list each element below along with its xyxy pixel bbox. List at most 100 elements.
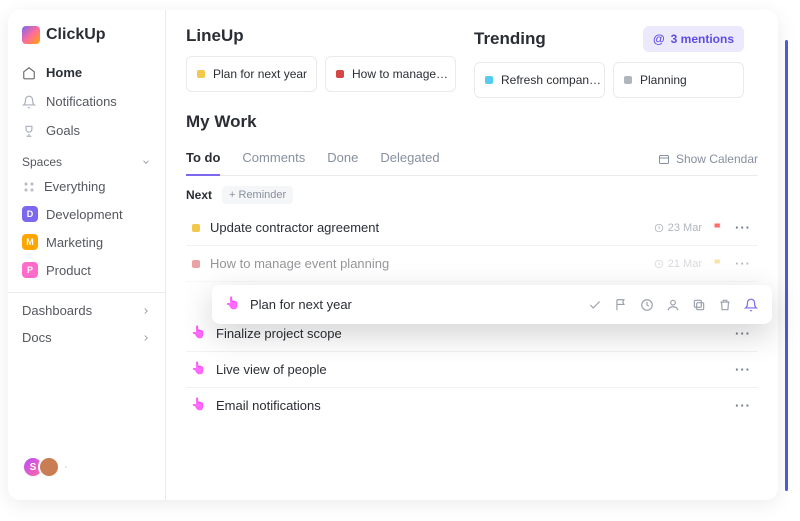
popover-title: Plan for next year [250, 297, 578, 312]
nav-label: Home [46, 65, 82, 80]
tab-delegated[interactable]: Delegated [380, 142, 439, 175]
everything-label: Everything [44, 179, 105, 194]
task-title: Finalize project scope [216, 326, 724, 341]
card-label: Plan for next year [213, 67, 307, 81]
space-label: Product [46, 263, 91, 278]
nav-home[interactable]: Home [8, 58, 165, 87]
popover-actions [588, 298, 758, 312]
logo-icon [22, 26, 40, 44]
avatar [38, 456, 60, 478]
calendar-icon [658, 153, 670, 165]
add-reminder-button[interactable]: + Reminder [222, 186, 293, 204]
status-dot [485, 76, 493, 84]
next-label: Next [186, 188, 212, 202]
main-content: LineUp Plan for next year How to manage…… [166, 10, 778, 500]
mentions-label: 3 mentions [671, 32, 734, 46]
status-dot [192, 224, 200, 232]
app-window: ClickUp Home Notifications Goals Spaces … [8, 10, 778, 500]
task-row[interactable]: How to manage event planning 21 Mar ··· [186, 246, 758, 282]
spaces-header-label: Spaces [22, 155, 62, 169]
avatar-more: · [64, 461, 68, 473]
task-title: Live view of people [216, 362, 724, 377]
nav-label: Notifications [46, 94, 117, 109]
lineup-card[interactable]: How to manage… [325, 56, 456, 92]
more-icon[interactable]: ··· [734, 362, 752, 377]
top-row: LineUp Plan for next year How to manage…… [186, 26, 758, 98]
grid-icon [22, 180, 36, 194]
copy-icon[interactable] [692, 298, 706, 312]
space-chip: M [22, 234, 38, 250]
tab-done[interactable]: Done [327, 142, 358, 175]
clock-icon[interactable] [640, 298, 654, 312]
flag-icon[interactable] [614, 298, 628, 312]
my-work-title: My Work [186, 112, 758, 132]
lineup-card[interactable]: Plan for next year [186, 56, 317, 92]
sidebar-item-everything[interactable]: Everything [8, 173, 165, 200]
lineup-column: LineUp Plan for next year How to manage… [186, 26, 456, 92]
tab-comments[interactable]: Comments [242, 142, 305, 175]
nav-notifications[interactable]: Notifications [8, 87, 165, 116]
hand-icon [192, 363, 206, 377]
trending-card[interactable]: Refresh compan… [474, 62, 605, 98]
nav-label: Goals [46, 123, 80, 138]
trending-column: Trending @ 3 mentions Refresh compan… Pl… [474, 26, 744, 98]
sidebar-item-marketing[interactable]: M Marketing [8, 228, 165, 256]
flag-icon[interactable] [712, 222, 724, 234]
flag-icon[interactable] [712, 258, 724, 270]
tab-todo[interactable]: To do [186, 142, 220, 175]
dashboards-label: Dashboards [22, 303, 92, 318]
trending-cards: Refresh compan… Planning [474, 62, 744, 98]
check-icon[interactable] [588, 298, 602, 312]
show-calendar-button[interactable]: Show Calendar [658, 152, 758, 166]
trash-icon[interactable] [718, 298, 732, 312]
spaces-header[interactable]: Spaces [8, 145, 165, 173]
status-dot [197, 70, 205, 78]
show-calendar-label: Show Calendar [676, 152, 758, 166]
sidebar-dashboards[interactable]: Dashboards [8, 292, 165, 324]
chevron-right-icon [141, 306, 151, 316]
trending-card[interactable]: Planning [613, 62, 744, 98]
sidebar-item-development[interactable]: D Development [8, 200, 165, 228]
accent-bar [785, 40, 788, 491]
space-label: Marketing [46, 235, 103, 250]
docs-label: Docs [22, 330, 52, 345]
task-row[interactable]: Email notifications ··· [186, 388, 758, 423]
more-icon[interactable]: ··· [734, 398, 752, 413]
task-title: Update contractor agreement [210, 220, 644, 235]
hand-icon [192, 327, 206, 341]
lineup-cards: Plan for next year How to manage… [186, 56, 456, 92]
hand-icon [192, 399, 206, 413]
sidebar: ClickUp Home Notifications Goals Spaces … [8, 10, 166, 500]
trending-title: Trending [474, 29, 546, 49]
card-label: Refresh compan… [501, 73, 601, 87]
task-date: 21 Mar [654, 258, 702, 270]
more-icon[interactable]: ··· [734, 326, 752, 341]
status-dot [624, 76, 632, 84]
logo[interactable]: ClickUp [8, 22, 165, 58]
lineup-title: LineUp [186, 26, 456, 46]
status-dot [192, 260, 200, 268]
my-work-tabs: To do Comments Done Delegated Show Calen… [186, 142, 758, 176]
mentions-pill[interactable]: @ 3 mentions [643, 26, 744, 52]
user-icon[interactable] [666, 298, 680, 312]
card-label: How to manage… [352, 67, 448, 81]
more-icon[interactable]: ··· [734, 220, 752, 235]
avatar-stack[interactable]: S · [8, 446, 165, 488]
hand-icon [226, 298, 240, 312]
bell-icon[interactable] [744, 298, 758, 312]
space-chip: P [22, 262, 38, 278]
task-row[interactable]: Live view of people ··· [186, 352, 758, 388]
sidebar-item-product[interactable]: P Product [8, 256, 165, 284]
task-title: How to manage event planning [210, 256, 644, 271]
more-icon[interactable]: ··· [734, 256, 752, 271]
card-label: Planning [640, 73, 687, 87]
trophy-icon [22, 124, 36, 138]
sidebar-docs[interactable]: Docs [8, 324, 165, 351]
bell-icon [22, 95, 36, 109]
task-date: 23 Mar [654, 222, 702, 234]
task-popover[interactable]: Plan for next year [212, 285, 772, 324]
space-label: Development [46, 207, 123, 222]
nav-goals[interactable]: Goals [8, 116, 165, 145]
logo-text: ClickUp [46, 26, 106, 44]
task-row[interactable]: Update contractor agreement 23 Mar ··· [186, 210, 758, 246]
